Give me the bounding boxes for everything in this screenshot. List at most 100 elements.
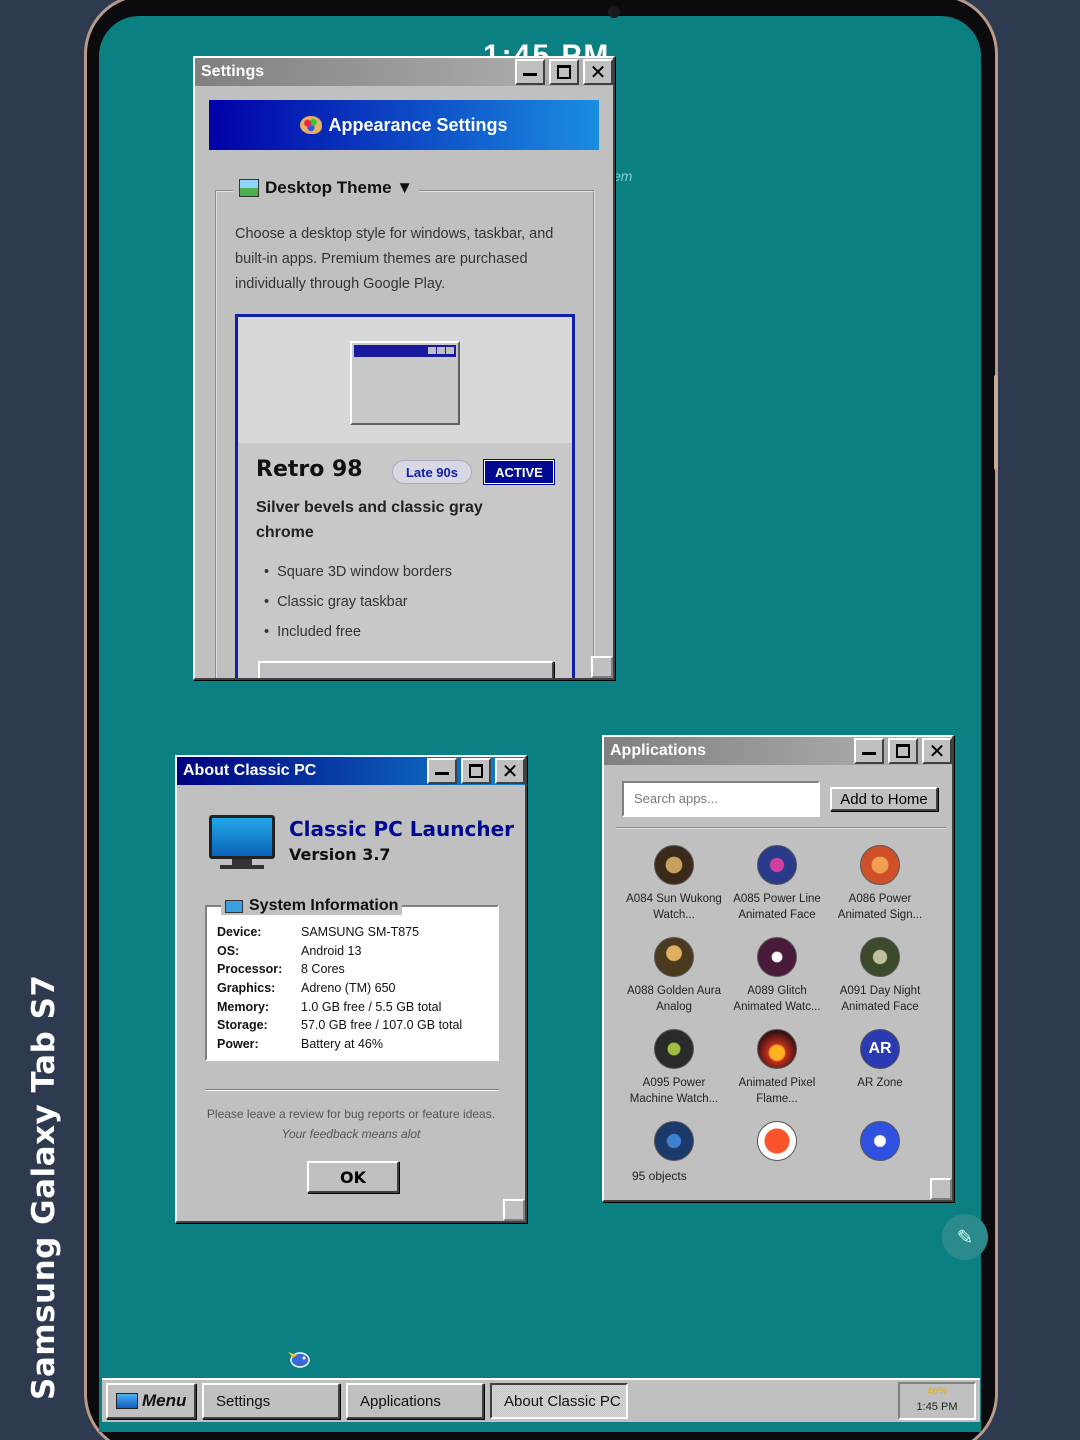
menu-label: Menu — [142, 1391, 187, 1410]
ar-icon: AR — [860, 1029, 900, 1069]
app-label: A084 Sun Wukong Watch... — [626, 893, 722, 921]
info-value: Adreno (TM) 650 — [301, 981, 396, 996]
settings-window: Settings ✕ Appearance Settings Desktop T… — [193, 56, 615, 680]
maximize-button[interactable] — [888, 738, 918, 764]
app-item[interactable]: A095 Power Machine Watch... — [624, 1029, 724, 1107]
ok-button[interactable]: OK — [307, 1161, 399, 1193]
minimize-icon — [523, 72, 537, 76]
watch-face-icon — [654, 1121, 694, 1161]
resize-grip[interactable] — [930, 1178, 952, 1200]
watch-face-icon — [654, 937, 694, 977]
background-text: em — [613, 168, 633, 184]
info-value: 8 Cores — [301, 962, 345, 977]
info-row: Device: SAMSUNG SM-T875 — [217, 923, 497, 942]
info-key: Device: — [217, 925, 262, 940]
era-badge: Late 90s — [392, 460, 472, 484]
preview-window-icon — [350, 341, 460, 425]
monitor-icon — [209, 815, 275, 871]
minimize-button[interactable] — [854, 738, 884, 764]
pencil-icon: ✎ — [956, 1226, 974, 1249]
desktop-theme-dropdown[interactable]: Desktop Theme ▼ — [233, 178, 420, 198]
app-item[interactable]: Animated Pixel Flame... — [727, 1029, 827, 1107]
taskbar-item-applications[interactable]: Applications — [346, 1383, 484, 1419]
app-item[interactable]: A086 Power Animated Sign... — [830, 845, 930, 923]
feedback-note: Your feedback means alot — [281, 1127, 421, 1141]
theme-card-retro98[interactable]: Retro 98 Late 90s ACTIVE Silver bevels a… — [235, 314, 575, 678]
info-key: Power: — [217, 1036, 259, 1051]
edit-fab-button[interactable]: ✎ — [942, 1214, 988, 1260]
flame-icon — [757, 1029, 797, 1069]
resize-grip[interactable] — [503, 1199, 525, 1221]
theme-action-button[interactable] — [258, 661, 554, 678]
applications-titlebar[interactable]: Applications ✕ — [604, 737, 952, 765]
orbit-icon — [860, 1121, 900, 1161]
about-window: About Classic PC ✕ Classic PC Launcher V… — [175, 755, 527, 1223]
resize-grip[interactable] — [591, 656, 613, 678]
app-item[interactable]: AR AR Zone — [830, 1029, 930, 1091]
status-clock: 1:45 PM — [483, 42, 610, 56]
app-label: A091 Day Night Animated Face — [839, 985, 921, 1013]
applications-window: Applications ✕ Search apps... Add to Hom… — [602, 735, 954, 1202]
info-row: Processor: 8 Cores — [217, 960, 497, 979]
system-info-title: System Information — [221, 897, 403, 915]
maximize-button[interactable] — [549, 59, 579, 85]
app-item[interactable]: A088 Golden Aura Analog — [624, 937, 724, 1015]
maximize-icon — [469, 764, 483, 778]
app-item[interactable]: A089 Glitch Animated Watc... — [727, 937, 827, 1015]
theme-preview — [238, 317, 572, 443]
info-key: Memory: — [217, 999, 270, 1014]
maximize-icon — [896, 744, 910, 758]
app-item[interactable] — [727, 1121, 827, 1167]
side-button — [994, 375, 998, 470]
apps-toolbar: Search apps... Add to Home — [616, 777, 946, 829]
bird-icon — [288, 1352, 310, 1368]
minimize-icon — [435, 771, 449, 775]
taskbar-item-settings[interactable]: Settings — [202, 1383, 340, 1419]
info-key: Storage: — [217, 1018, 268, 1033]
app-name: Classic PC Launcher — [289, 817, 515, 841]
maximize-button[interactable] — [461, 758, 491, 784]
search-input[interactable]: Search apps... — [622, 781, 820, 817]
about-titlebar[interactable]: About Classic PC ✕ — [177, 757, 525, 785]
taskbar-item-about[interactable]: About Classic PC — [490, 1383, 628, 1419]
minimize-button[interactable] — [427, 758, 457, 784]
info-row: Storage: 57.0 GB free / 107.0 GB total — [217, 1016, 497, 1035]
app-item[interactable]: A085 Power Line Animated Face — [727, 845, 827, 923]
app-label: A085 Power Line Animated Face — [733, 893, 821, 921]
info-value: Android 13 — [301, 943, 362, 958]
group-label: Desktop Theme ▼ — [265, 178, 414, 197]
start-menu-button[interactable]: Menu — [106, 1383, 196, 1419]
app-item[interactable]: A084 Sun Wukong Watch... — [624, 845, 724, 923]
add-to-home-button[interactable]: Add to Home — [830, 787, 938, 811]
tray-clock: 1:45 PM — [916, 1401, 958, 1413]
app-item[interactable]: A091 Day Night Animated Face — [830, 937, 930, 1015]
info-row: Power: Battery at 46% — [217, 1035, 497, 1054]
list-item: Square 3D window borders — [264, 557, 452, 587]
watch-face-icon — [654, 1029, 694, 1069]
close-button[interactable]: ✕ — [922, 738, 952, 764]
minimize-button[interactable] — [515, 59, 545, 85]
info-value: 1.0 GB free / 5.5 GB total — [301, 999, 442, 1014]
info-value: SAMSUNG SM-T875 — [301, 925, 420, 940]
app-item[interactable] — [624, 1121, 724, 1167]
feature-list: Square 3D window borders Classic gray ta… — [264, 557, 452, 647]
battery-indicator: 46% — [926, 1386, 947, 1397]
theme-subtitle: Silver bevels and classic gray chrome — [256, 499, 483, 541]
device-brand-label: Samsung Galaxy Tab S7 — [26, 974, 62, 1400]
banner-title: Appearance Settings — [328, 114, 508, 135]
watch-face-icon — [860, 845, 900, 885]
window-title: Applications — [610, 742, 707, 759]
watch-face-icon — [757, 845, 797, 885]
app-item[interactable] — [830, 1121, 930, 1167]
close-button[interactable]: ✕ — [583, 59, 613, 85]
info-key: Processor: — [217, 962, 283, 977]
palette-icon — [300, 116, 323, 134]
watch-face-icon — [860, 937, 900, 977]
list-item: Included free — [264, 617, 452, 647]
settings-titlebar[interactable]: Settings ✕ — [195, 58, 613, 86]
info-value: 57.0 GB free / 107.0 GB total — [301, 1018, 463, 1033]
section-title: System Information — [249, 897, 399, 914]
close-button[interactable]: ✕ — [495, 758, 525, 784]
watch-face-icon — [757, 937, 797, 977]
close-icon: ✕ — [501, 759, 519, 783]
